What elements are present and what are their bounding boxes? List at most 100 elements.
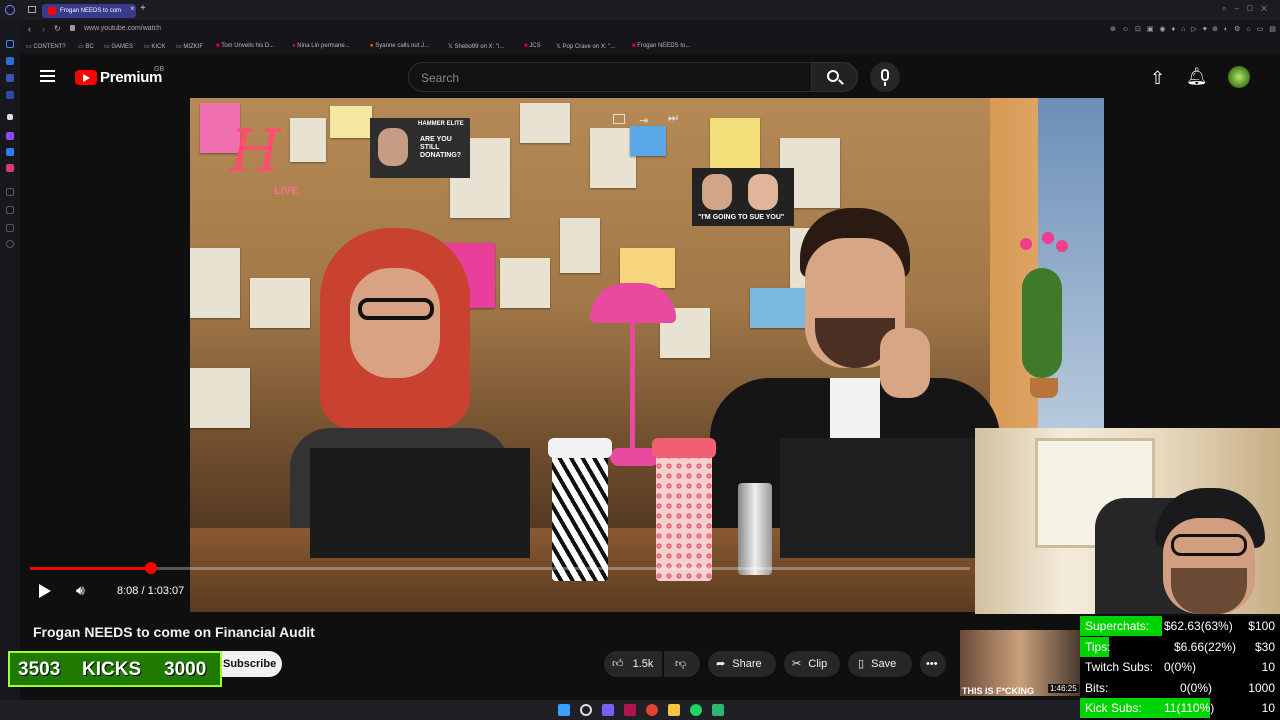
goal-target: 10	[1261, 701, 1275, 716]
search-taskbar-icon[interactable]	[580, 704, 592, 716]
video-player[interactable]: H LIVE HAMMER ELITE ARE YOU STILL DONATI…	[190, 98, 1104, 612]
bookmark-folder-kick[interactable]: ▭ KICK	[144, 43, 165, 50]
settings-icon[interactable]	[6, 240, 14, 248]
bookmark-link[interactable]: ■ Tom Unveils his D...	[216, 43, 274, 49]
twitch-icon[interactable]	[6, 132, 14, 140]
back-icon[interactable]: ‹	[28, 24, 31, 34]
new-tab-icon[interactable]: +	[140, 3, 146, 14]
sidebar-icon-11[interactable]	[6, 224, 14, 232]
kicks-label: KICKS	[82, 659, 142, 680]
search-button[interactable]	[812, 62, 858, 92]
more-actions-button[interactable]: •••	[920, 651, 946, 677]
volume-icon[interactable]: 🔊︎	[76, 582, 85, 599]
progress-scrubber[interactable]	[145, 562, 158, 574]
tab-active[interactable]: Frogan NEEDS to com	[42, 4, 136, 18]
voice-search-button[interactable]	[870, 62, 900, 92]
dislike-button[interactable]: 👎︎	[664, 651, 700, 677]
sidebar-icon-9[interactable]	[6, 188, 14, 196]
goal-row: Tips: $6.66(22%) $30	[1080, 636, 1280, 657]
like-button[interactable]: 👍︎ 1.5k	[604, 651, 662, 677]
browser-tab-bar: Frogan NEEDS to com × + ⌕–▢✕	[0, 0, 1280, 20]
bookmark-link[interactable]: ■ Frogan NEEDS to...	[632, 43, 690, 49]
flowers	[1012, 228, 1072, 398]
window-controls[interactable]: ⌕–▢✕	[1222, 4, 1275, 14]
url-field[interactable]: www.youtube.com/watch	[84, 25, 161, 32]
reload-icon[interactable]: ↻	[54, 24, 61, 33]
play-icon[interactable]	[39, 584, 51, 598]
sidebar-icon-1[interactable]	[6, 40, 14, 48]
chrome-taskbar-icon[interactable]	[646, 704, 658, 716]
youtube-favicon-icon	[48, 7, 56, 15]
forward-icon[interactable]: ›	[42, 24, 45, 34]
instagram-icon[interactable]	[6, 164, 14, 172]
youtube-logo-icon[interactable]	[75, 70, 97, 85]
obs-taskbar-icon[interactable]	[624, 704, 636, 716]
miniplayer-icon[interactable]	[613, 114, 625, 124]
messenger-icon[interactable]	[6, 148, 14, 156]
sidebar-icon-10[interactable]	[6, 206, 14, 214]
streamer-webcam	[975, 428, 1280, 614]
progress-bar[interactable]	[30, 567, 970, 570]
opera-taskbar-icon[interactable]	[602, 704, 614, 716]
bookmark-link[interactable]: 𝕏 Pop Crave on X: "...	[556, 43, 615, 50]
bookmark-link[interactable]: ● Syanne calls out J...	[370, 43, 429, 49]
bookmarks-bar: ▭ CONTENT? ▭ BC ▭ GAMES ▭ KICK ▭ MIZKIF …	[20, 40, 1280, 54]
avatar[interactable]	[1228, 66, 1250, 88]
goal-target: 10	[1261, 660, 1275, 675]
taskbar	[0, 700, 1080, 720]
extension-icons[interactable]: ⊕☺⊡▣◉♦⌂▷♥	[1110, 25, 1213, 33]
sidebar-icon-3[interactable]	[6, 74, 14, 82]
goal-value: 0(0%)	[1180, 680, 1213, 695]
tab-overview-icon[interactable]	[28, 6, 36, 13]
goal-target: $100	[1248, 619, 1275, 633]
tab-close-icon[interactable]: ×	[130, 4, 135, 13]
tab-title: Frogan NEEDS to com	[60, 8, 122, 14]
share-icon: ➦	[716, 658, 726, 670]
hamburger-menu-icon[interactable]	[40, 70, 55, 82]
kicks-goal: 3000	[164, 659, 207, 680]
theater-icon[interactable]: ⇥	[639, 114, 648, 127]
create-upload-icon[interactable]: ⇧	[1150, 68, 1165, 89]
windows-start-icon[interactable]	[558, 704, 570, 716]
youtube-premium-label[interactable]: Premium	[100, 69, 162, 86]
scissors-icon: ✂	[792, 658, 802, 670]
bookmark-link[interactable]: ■ JCS	[524, 43, 541, 49]
can	[738, 483, 772, 575]
extensions-icon[interactable]: ⊕◐⚙⌂▭▤⋮	[1212, 25, 1280, 33]
files-taskbar-icon[interactable]	[668, 704, 680, 716]
goal-row: Twitch Subs: 0(0%) 10	[1080, 657, 1280, 677]
bookmark-link[interactable]: 𝕏 Shebo99 on X: "i...	[448, 43, 504, 50]
share-button[interactable]: ➦ Share	[708, 651, 776, 677]
bookmark-folder-games[interactable]: ▭ GAMES	[104, 43, 133, 50]
bookmark-link[interactable]: ● Nina Lin permane...	[292, 43, 350, 49]
bookmark-folder-bc[interactable]: ▭ BC	[78, 43, 94, 50]
spotify-taskbar-icon[interactable]	[690, 704, 702, 716]
microphone-icon	[881, 69, 889, 81]
thumbs-up-icon: 👍︎	[612, 658, 624, 670]
next-icon[interactable]: ⏭	[668, 112, 678, 125]
clip-button[interactable]: ✂ Clip	[784, 651, 840, 677]
progress-bar-fill	[30, 567, 152, 570]
sidebar-icon-4[interactable]	[6, 91, 14, 99]
up-next-thumbnail[interactable]: THIS IS F*CKING 1:46:25	[960, 630, 1080, 696]
bookmark-folder-content[interactable]: ▭ CONTENT?	[26, 43, 66, 50]
lock-icon	[70, 25, 75, 31]
bookmark-icon: ▯	[858, 658, 865, 670]
notifications-bell-icon[interactable]: 🔔︎	[1186, 67, 1208, 87]
app-taskbar-icon[interactable]	[712, 704, 724, 716]
search-input[interactable]: Search	[408, 62, 812, 92]
shaker-zebra	[552, 443, 608, 581]
like-count: 1.5k	[632, 658, 654, 670]
save-button[interactable]: ▯ Save	[848, 651, 912, 677]
sidebar-icon-2[interactable]	[6, 57, 14, 65]
browser-menu-icon[interactable]	[5, 5, 15, 15]
sidebar-icon-5[interactable]	[7, 114, 13, 120]
goal-value: 0(0%)	[1164, 660, 1197, 675]
subscribe-button[interactable]: Subscribe	[222, 651, 282, 677]
bookmark-folder-mizkif[interactable]: ▭ MIZKIF	[176, 43, 203, 50]
goal-target: 1000	[1248, 680, 1275, 695]
up-next-caption: THIS IS F*CKING	[962, 686, 1035, 696]
goal-row: Kick Subs: 11(110%) 10	[1080, 698, 1280, 719]
goal-label: Bits:	[1085, 680, 1109, 695]
goal-value: $62.63(63%)	[1164, 619, 1233, 633]
